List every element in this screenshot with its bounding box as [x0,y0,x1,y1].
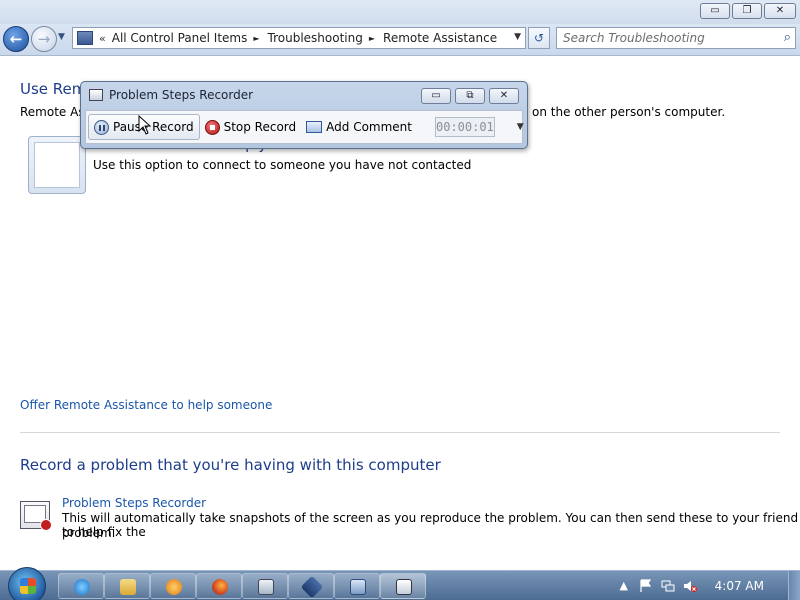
record-dot [40,519,52,531]
help-dropdown-button[interactable]: ▼ [517,122,524,132]
taskbar-virtualbox[interactable] [288,573,334,599]
back-button[interactable]: ← [3,26,29,52]
breadcrumb-separator[interactable]: ► [369,34,375,43]
mouse-cursor-icon [138,115,152,135]
search-input[interactable] [557,28,767,48]
taskbar-clock[interactable]: 4:07 AM [715,579,764,593]
offer-remote-assistance-link[interactable]: Offer Remote Assistance to help someone [20,398,272,412]
monitor-icon [34,142,80,188]
breadcrumb-remote-assistance[interactable]: Remote Assistance [383,31,497,45]
problem-steps-recorder-icon[interactable] [20,501,52,531]
stop-icon [204,119,220,135]
taskbar-remote-assistance[interactable] [334,573,380,599]
action-center-flag-icon[interactable] [639,579,653,593]
psr-description-line-2: problem. [62,526,116,540]
window-title-bar: ▭ ❐ ✕ [0,0,800,24]
maximize-button[interactable]: ❐ [732,3,762,19]
system-tray: ▲ 4:07 AM [617,571,800,600]
record-problem-heading: Record a problem that you're having with… [20,456,441,474]
taskbar-windows-explorer[interactable] [104,573,150,599]
psr-close-button[interactable]: ✕ [489,88,519,104]
psr-minimize-button[interactable]: ▭ [421,88,451,104]
show-desktop-button[interactable] [788,571,800,600]
taskbar-firefox[interactable] [196,573,242,599]
remote-assistance-description-end: on the other person's computer. [532,105,726,119]
close-button[interactable]: ✕ [764,3,796,19]
recent-pages-dropdown[interactable]: ▼ [58,32,65,42]
section-divider [20,432,780,433]
problem-steps-recorder-link[interactable]: Problem Steps Recorder [62,496,206,510]
invite-someone-description: Use this option to connect to someone yo… [93,158,472,172]
taskbar-problem-steps-recorder[interactable] [380,573,426,599]
navigation-bar: ← → ▼ « All Control Panel Items ► Troubl… [0,24,800,56]
forward-button[interactable]: → [31,26,57,52]
pause-icon [94,119,109,135]
stop-record-label: Stop Record [223,120,297,134]
taskbar-control-panel[interactable] [242,573,288,599]
breadcrumb-all-control-panel-items[interactable]: All Control Panel Items [112,31,248,45]
psr-restore-button[interactable]: ⧉ [455,88,485,104]
comment-icon [306,121,323,133]
search-box[interactable]: ⌕ [556,27,796,49]
psr-description-line-1: This will automatically take snapshots o… [62,511,799,539]
remote-assistance-icon [350,579,366,595]
search-icon[interactable]: ⌕ [784,30,791,45]
refresh-button[interactable]: ↺ [528,27,550,49]
recording-timer: 00:00:01 [434,117,495,137]
start-button[interactable] [8,567,46,600]
breadcrumb-troubleshooting[interactable]: Troubleshooting [268,31,363,45]
invite-someone-tile[interactable] [28,136,86,194]
window-controls: ▭ ❐ ✕ [700,3,796,19]
show-hidden-icons-button[interactable]: ▲ [617,579,631,593]
media-player-icon [166,579,182,595]
volume-muted-icon[interactable] [683,579,697,593]
steps-recorder-icon [396,579,412,595]
control-panel-icon [77,31,93,45]
taskbar: ▲ 4:07 AM [0,567,800,600]
psr-app-icon [89,89,103,101]
add-comment-button[interactable]: Add Comment [301,114,417,140]
add-comment-label: Add Comment [326,120,412,134]
taskbar-media-player[interactable] [150,573,196,599]
psr-title: Problem Steps Recorder [109,88,254,102]
psr-title-bar[interactable]: Problem Steps Recorder [89,88,253,102]
folder-icon [120,579,136,595]
taskbar-internet-explorer[interactable] [58,573,104,599]
address-bar[interactable]: « All Control Panel Items ► Troubleshoot… [72,27,526,49]
stop-record-button[interactable]: Stop Record [200,114,302,140]
control-panel-icon [258,579,274,595]
address-overflow-chevron[interactable]: « [99,32,106,45]
pause-record-label: Pause Record [113,120,194,134]
breadcrumb-separator[interactable]: ► [253,34,259,43]
internet-explorer-icon [74,579,90,595]
firefox-icon [212,579,228,595]
minimize-button[interactable]: ▭ [700,3,730,19]
address-dropdown-button[interactable]: ▼ [514,32,521,42]
psr-window-controls: ▭ ⧉ ✕ [421,88,519,104]
network-icon[interactable] [661,579,675,593]
virtualbox-icon [300,575,324,599]
